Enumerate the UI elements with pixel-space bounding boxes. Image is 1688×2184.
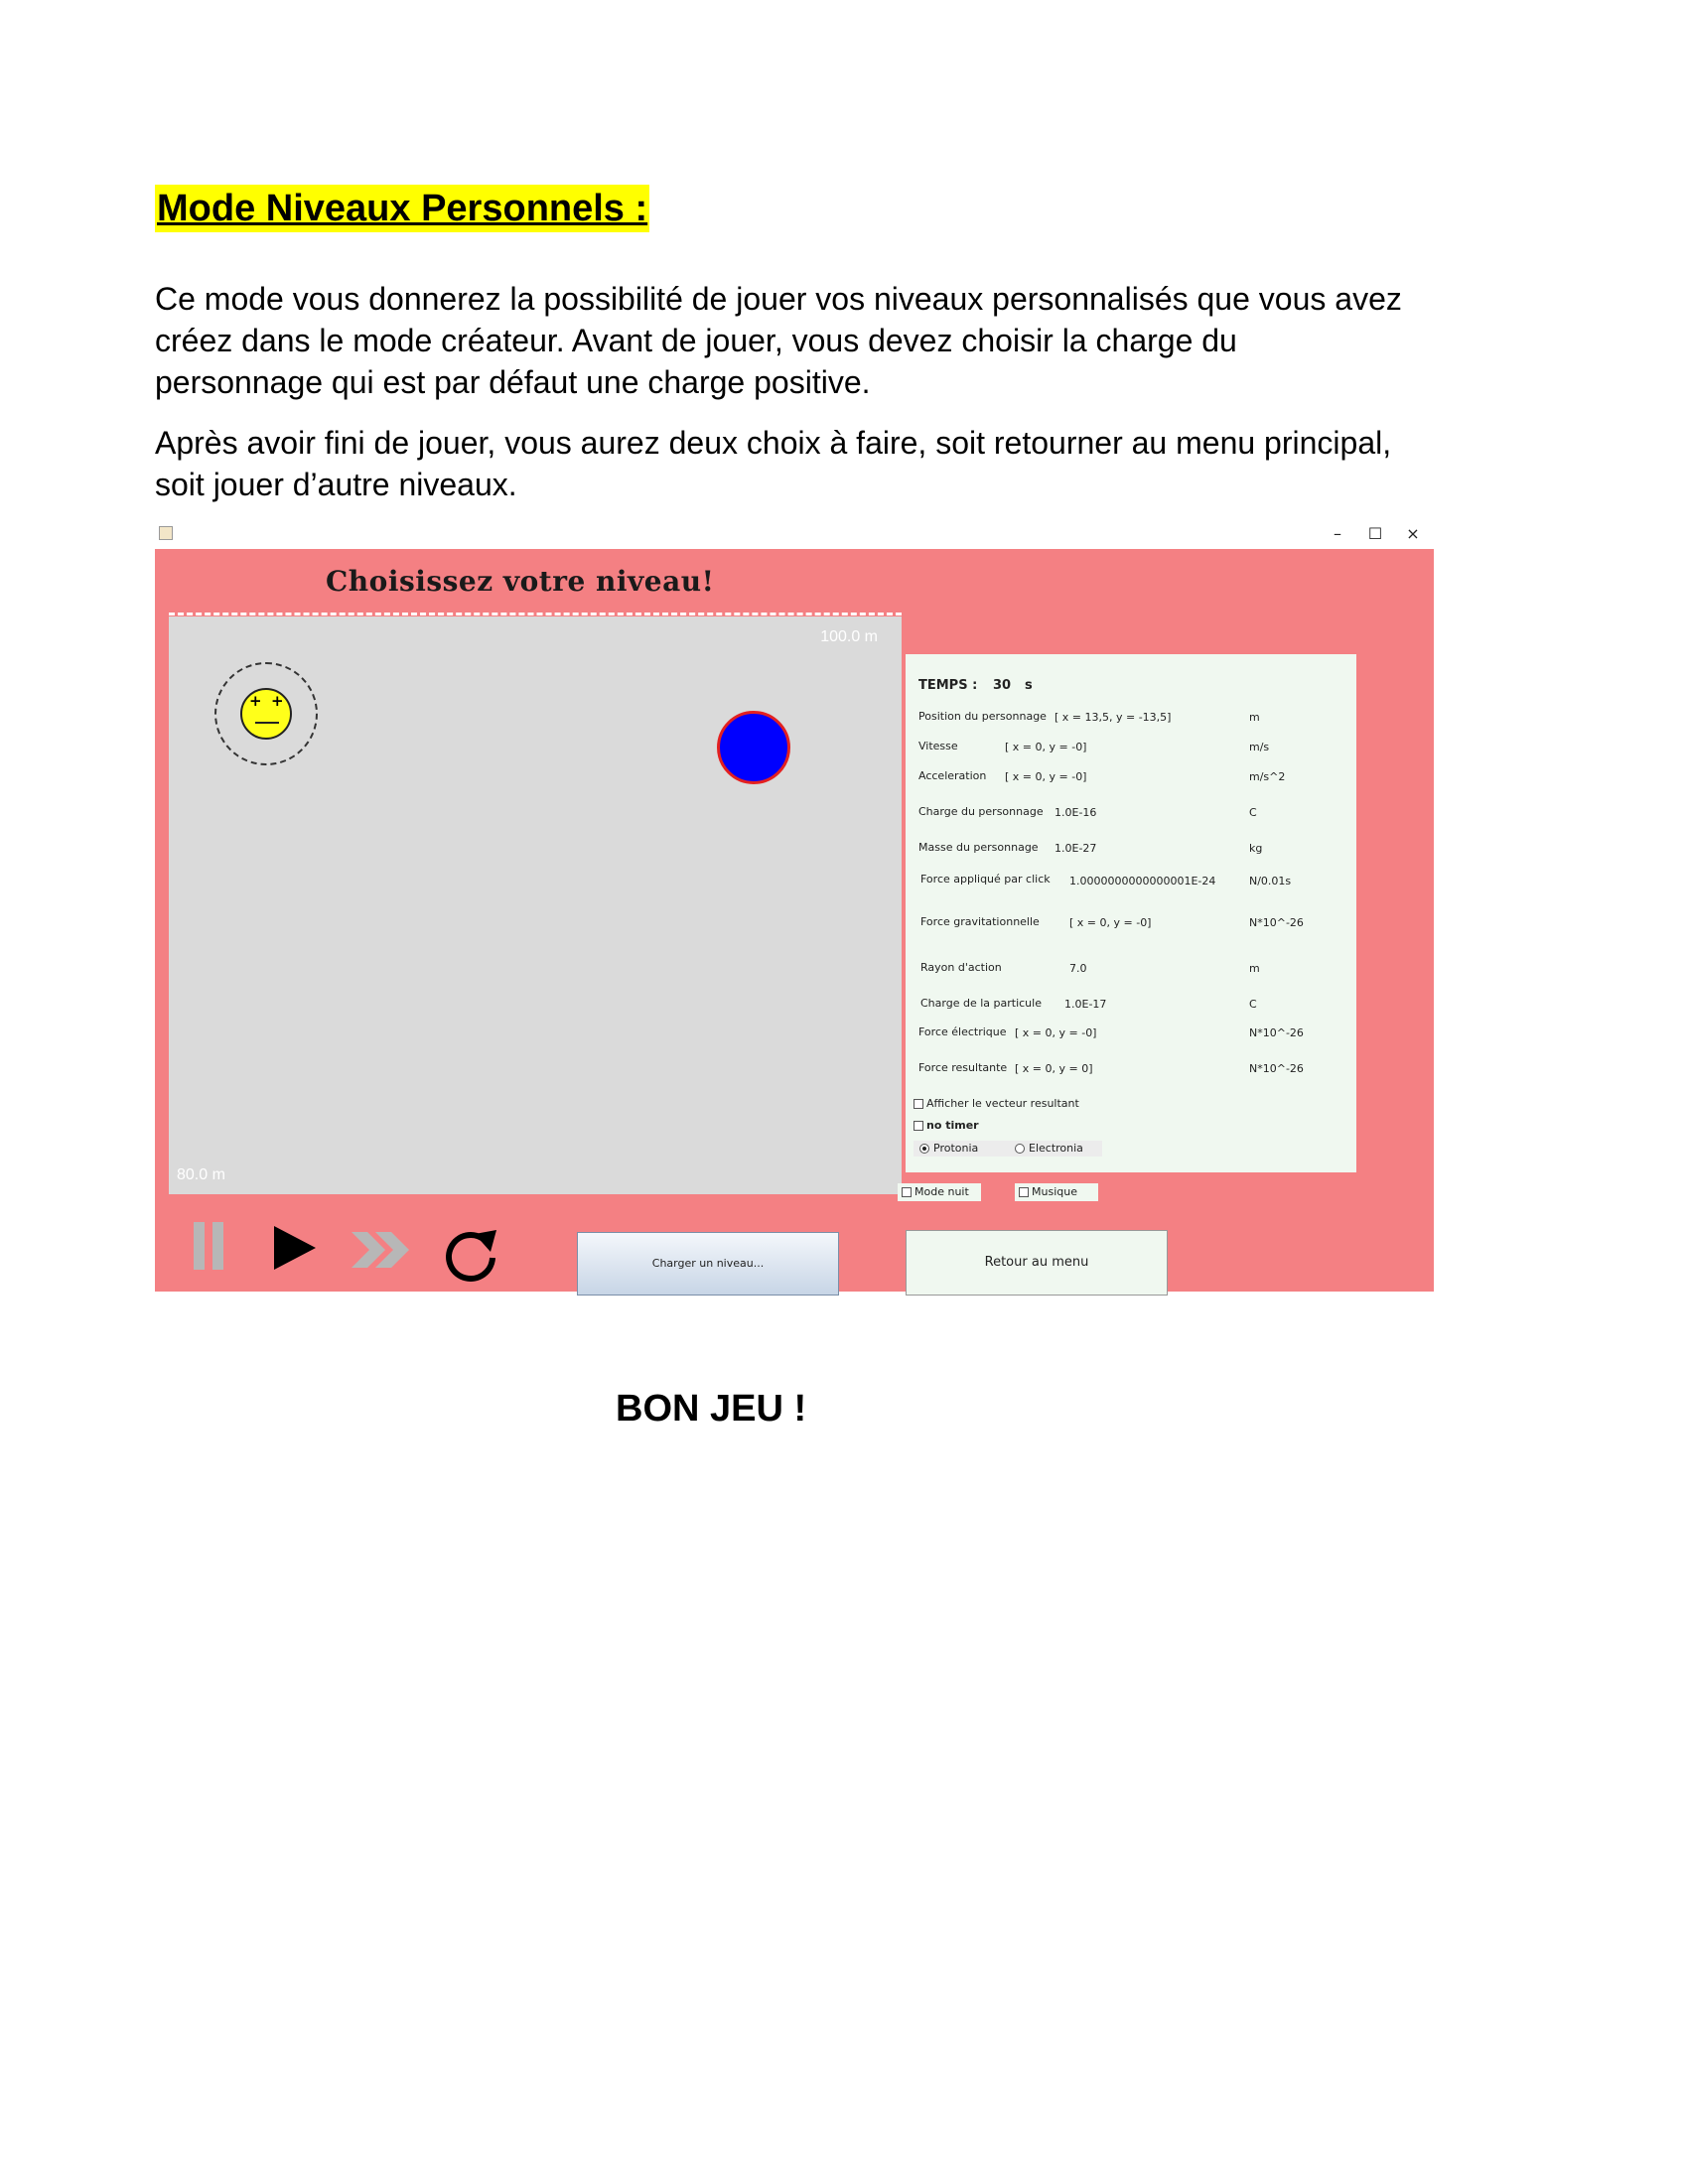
protonia-radio[interactable]: Protonia [914,1141,1013,1157]
closing-text: BON JEU ! [616,1388,807,1430]
info-row-value: [ x = 0, y = -0] [1069,916,1152,929]
info-row-label: Rayon d'action [920,961,1002,974]
checkbox-box [1019,1187,1029,1197]
info-row-label: Force resultante [918,1061,1008,1074]
arena-top-border [169,613,902,615]
restart-icon[interactable] [441,1224,500,1284]
radio-label: Electronia [1029,1142,1083,1155]
checkbox-box [914,1121,923,1131]
info-row-unit: m [1249,962,1260,975]
radio-label: Protonia [933,1142,979,1155]
no-timer-checkbox[interactable]: no timer [914,1119,979,1132]
load-level-button[interactable]: Charger un niveau... [577,1232,839,1296]
back-to-menu-button[interactable]: Retour au menu [906,1230,1168,1296]
info-row-value: [ x = 0, y = -0] [1015,1026,1097,1039]
info-row-unit: N*10^-26 [1249,916,1304,929]
intro-paragraph: Ce mode vous donnerez la possibilité de … [155,281,1402,400]
electronia-radio[interactable]: Electronia [1009,1141,1102,1157]
maximize-button[interactable]: ☐ [1358,521,1392,547]
player-mouth [255,722,279,724]
info-row-unit: m/s^2 [1249,770,1286,783]
minimize-button[interactable]: – [1321,521,1354,547]
play-icon[interactable] [270,1224,320,1274]
info-row-unit: C [1249,998,1257,1011]
pause-icon[interactable] [191,1218,230,1274]
info-row-label: Charge de la particule [920,997,1042,1010]
music-checkbox[interactable]: Musique [1015,1183,1098,1201]
close-button[interactable]: × [1396,521,1430,547]
player-character: + + [240,688,292,740]
game-arena[interactable]: 100.0 m + + 80.0 m [169,616,902,1194]
info-row-label: Acceleration [918,769,987,782]
info-row-value: 7.0 [1069,962,1087,975]
info-row-unit: m [1249,711,1260,724]
info-row-value: [ x = 0, y = -0] [1005,741,1087,753]
info-row-label: Charge du personnage [918,805,1044,818]
charged-particle [717,711,790,784]
info-row-unit: N/0.01s [1249,875,1292,887]
scale-top-label: 100.0 m [820,628,878,645]
checkbox-box [914,1099,923,1109]
time-value: 30 [993,678,1012,693]
info-row-unit: m/s [1249,741,1270,753]
night-mode-checkbox[interactable]: Mode nuit [898,1183,981,1201]
scale-bottom-label: 80.0 m [177,1166,225,1183]
info-row-label: Masse du personnage [918,841,1039,854]
game-client-area: Choisissez votre niveau! 100.0 m + + 80.… [155,549,1434,1296]
info-row-value: [ x = 0, y = -0] [1005,770,1087,783]
time-unit: s [1025,678,1033,693]
window-titlebar: – ☐ × [155,519,1434,549]
info-row-unit: N*10^-26 [1249,1026,1304,1039]
info-row-value: 1.0000000000000001E-24 [1069,875,1216,887]
app-title: Choisissez votre niveau! [326,565,715,598]
info-row-value: 1.0E-16 [1055,806,1097,819]
info-row-label: Force électrique [918,1025,1007,1038]
info-row-label: Force appliqué par click [920,873,1051,886]
time-label: TEMPS : [918,678,978,693]
checkbox-box [902,1187,912,1197]
info-row-value: [ x = 13,5, y = -13,5] [1055,711,1172,724]
checkbox-label: no timer [926,1119,979,1132]
fast-forward-icon[interactable] [350,1228,415,1272]
player-right-eye: + [271,692,284,710]
info-row-value: 1.0E-17 [1064,998,1107,1011]
info-row-value: 1.0E-27 [1055,842,1097,855]
after-play-paragraph: Après avoir fini de jouer, vous aurez de… [155,425,1392,502]
info-row-value: [ x = 0, y = 0] [1015,1062,1093,1075]
info-row-label: Position du personnage [918,710,1047,723]
section-heading: Mode Niveaux Personnels : [155,185,650,232]
info-row-unit: N*10^-26 [1249,1062,1304,1075]
checkbox-label: Mode nuit [914,1185,969,1198]
info-row-label: Vitesse [918,740,958,752]
info-row-unit: C [1249,806,1257,819]
show-vector-checkbox[interactable]: Afficher le vecteur resultant [914,1097,1079,1110]
radio-unselected [1015,1144,1025,1154]
radio-selected [919,1144,929,1154]
info-row-label: Force gravitationnelle [920,915,1040,928]
player-left-eye: + [249,692,262,710]
info-panel: TEMPS : 30 s Position du personnage [ x … [906,654,1356,1172]
game-window-screenshot: – ☐ × Choisissez votre niveau! 100.0 m +… [155,519,1434,1296]
checkbox-label: Musique [1032,1185,1077,1198]
checkbox-label: Afficher le vecteur resultant [926,1097,1079,1110]
java-app-icon [159,526,173,540]
info-row-unit: kg [1249,842,1263,855]
